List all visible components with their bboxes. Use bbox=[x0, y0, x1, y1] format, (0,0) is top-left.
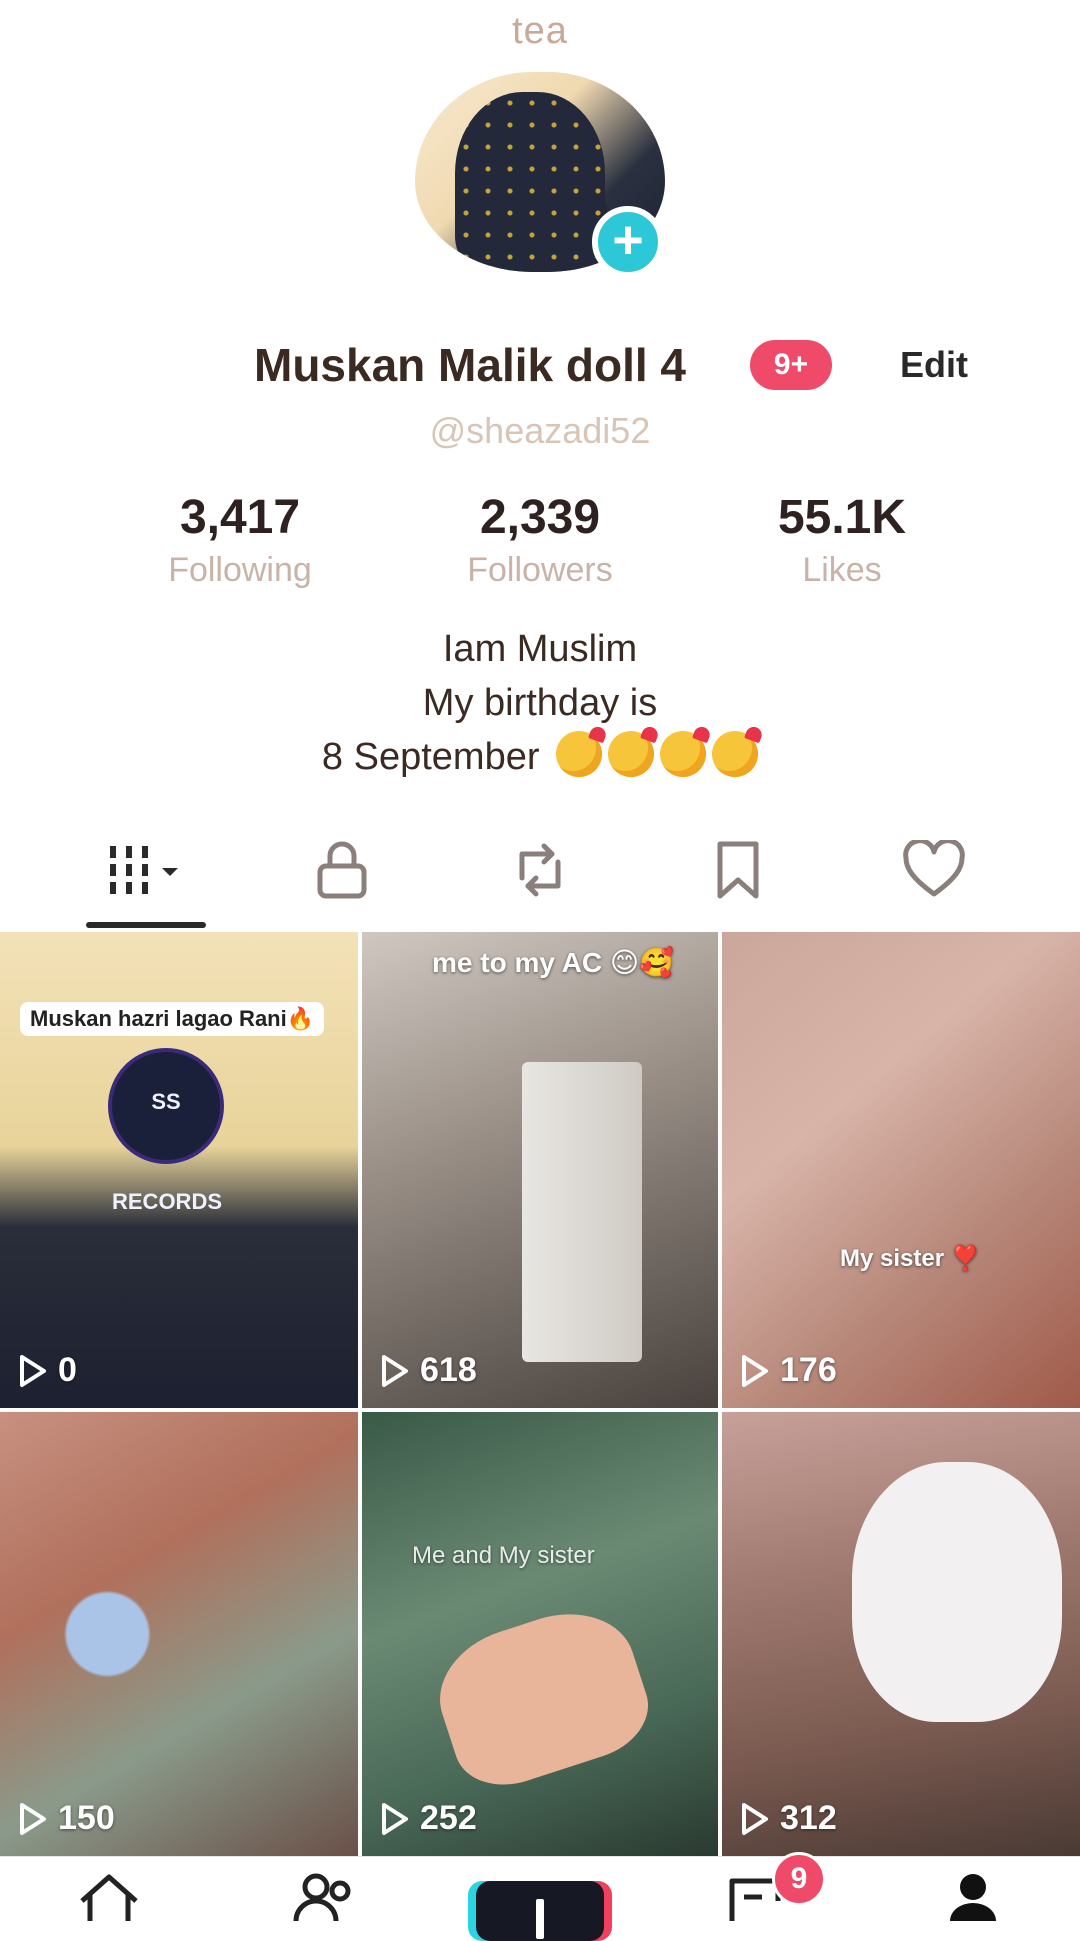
top-title: tea bbox=[512, 10, 568, 52]
hands-image bbox=[423, 1594, 661, 1800]
stat-value: 2,339 bbox=[479, 491, 601, 544]
user-handle: @sheazadi52 bbox=[429, 410, 651, 451]
stat-value: 3,417 bbox=[179, 491, 301, 544]
logo-icon: SS RECORDS bbox=[108, 1048, 224, 1214]
bio-line-3: 8 September bbox=[0, 730, 1080, 784]
video-thumbnail[interactable]: My sister ❣️ 176 bbox=[722, 932, 1080, 1408]
repost-icon bbox=[519, 843, 561, 897]
edit-button[interactable]: Edit bbox=[900, 344, 968, 386]
view-count: 618 bbox=[380, 1351, 477, 1390]
create-button[interactable] bbox=[476, 1881, 604, 1941]
video-caption: Muskan hazri lagao Rani🔥 bbox=[20, 1002, 325, 1036]
tab-private[interactable] bbox=[282, 830, 402, 910]
video-caption: Me and My sister bbox=[412, 1542, 595, 1569]
stat-label: Followers bbox=[467, 551, 613, 589]
smiling-hearts-emoji-icon bbox=[660, 731, 707, 777]
video-thumbnail[interactable]: Me and My sister 252 bbox=[362, 1412, 718, 1856]
cat-image bbox=[852, 1462, 1062, 1722]
smiling-hearts-emoji-icon bbox=[712, 731, 759, 777]
stat-label: Likes bbox=[802, 551, 882, 589]
ac-unit-image bbox=[522, 1062, 642, 1362]
video-caption: me to my AC 😊🥰 bbox=[432, 947, 674, 978]
smiling-hearts-emoji-icon bbox=[608, 731, 655, 777]
name-badge[interactable]: 9+ bbox=[750, 340, 832, 390]
stat-label: Following bbox=[168, 551, 312, 589]
heart-icon bbox=[903, 840, 965, 897]
view-count-value: 312 bbox=[780, 1799, 837, 1837]
add-photo-button[interactable]: + bbox=[592, 206, 664, 278]
nav-profile[interactable] bbox=[928, 1871, 1018, 1921]
profile-icon bbox=[950, 1874, 996, 1921]
tab-liked[interactable] bbox=[874, 830, 994, 910]
view-count-value: 0 bbox=[58, 1351, 77, 1389]
bottom-nav bbox=[0, 1856, 1080, 1941]
view-count: 252 bbox=[380, 1799, 477, 1838]
stat-value: 55.1K bbox=[777, 491, 907, 544]
stat-followers[interactable]: 2,339 Followers bbox=[420, 490, 660, 590]
tab-favorites[interactable] bbox=[678, 830, 798, 910]
smiling-hearts-emoji-icon bbox=[556, 731, 603, 777]
video-thumbnail[interactable]: Muskan hazri lagao Rani🔥 SS RECORDS 0 bbox=[0, 932, 358, 1408]
bio-line-3-text: 8 September bbox=[321, 736, 540, 778]
view-count-value: 618 bbox=[420, 1351, 477, 1389]
view-count-value: 176 bbox=[780, 1351, 837, 1389]
bio-line-1: Iam Muslim bbox=[442, 628, 638, 670]
stat-likes[interactable]: 55.1K Likes bbox=[722, 490, 962, 590]
avatar-image bbox=[455, 92, 605, 272]
tab-reposts[interactable] bbox=[480, 830, 600, 910]
view-count: 150 bbox=[18, 1799, 115, 1838]
play-icon bbox=[742, 1354, 768, 1387]
bookmark-icon bbox=[717, 841, 759, 899]
active-tab-indicator bbox=[86, 922, 206, 928]
video-caption: My sister ❣️ bbox=[840, 1245, 981, 1272]
grid-icon bbox=[110, 846, 178, 894]
profile-tabs bbox=[0, 830, 1080, 930]
nav-friends[interactable] bbox=[280, 1871, 370, 1921]
stat-following[interactable]: 3,417 Following bbox=[120, 490, 360, 590]
play-icon bbox=[20, 1802, 46, 1835]
view-count: 176 bbox=[740, 1351, 837, 1390]
bio: Iam Muslim My birthday is 8 September bbox=[0, 622, 1080, 784]
display-name: Muskan Malik doll 4 bbox=[254, 339, 686, 391]
video-thumbnail[interactable]: 312 bbox=[722, 1412, 1080, 1856]
video-thumbnail[interactable]: me to my AC 😊🥰 618 bbox=[362, 932, 718, 1408]
video-thumbnail[interactable]: 150 bbox=[0, 1412, 358, 1856]
view-count-value: 150 bbox=[58, 1799, 115, 1837]
view-count: 312 bbox=[740, 1799, 837, 1838]
view-count: 0 bbox=[18, 1351, 77, 1390]
play-icon bbox=[20, 1354, 46, 1387]
play-icon bbox=[382, 1354, 408, 1387]
friends-icon bbox=[293, 1873, 351, 1921]
home-icon bbox=[80, 1874, 138, 1921]
lock-icon bbox=[317, 841, 367, 899]
play-icon bbox=[742, 1802, 768, 1835]
play-icon bbox=[382, 1802, 408, 1835]
inbox-notification-badge: 9 bbox=[772, 1852, 826, 1906]
nav-home[interactable] bbox=[64, 1871, 154, 1921]
bio-line-2: My birthday is bbox=[422, 682, 658, 724]
tab-videos[interactable] bbox=[86, 830, 206, 910]
view-count-value: 252 bbox=[420, 1799, 477, 1837]
